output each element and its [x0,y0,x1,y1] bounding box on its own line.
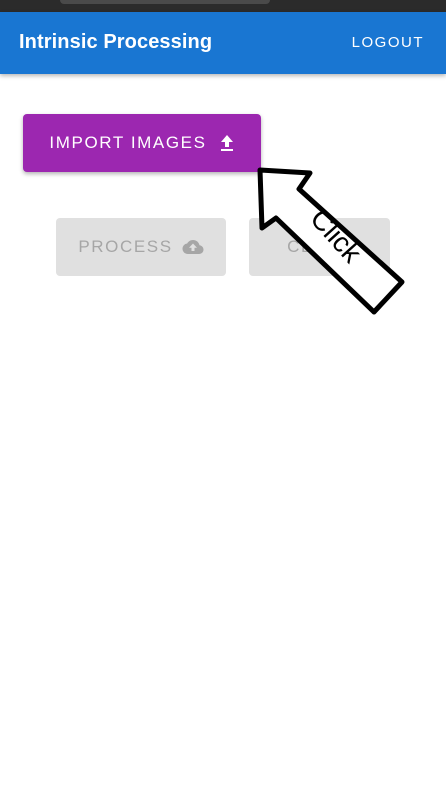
pointer-arrow-icon: Click [250,160,420,330]
cloud-upload-icon [182,239,204,255]
process-button[interactable]: PROCESS [56,218,226,276]
app-title: Intrinsic Processing [19,31,213,53]
status-bar-notch [60,0,270,4]
upload-icon [219,134,235,152]
app-bar: Intrinsic Processing LOGOUT [0,12,446,74]
import-images-label: IMPORT IMAGES [49,133,207,152]
app-screen: Intrinsic Processing LOGOUT IMPORT IMAGE… [0,0,446,811]
import-images-button[interactable]: IMPORT IMAGES [23,114,261,172]
status-bar [0,0,446,12]
logout-button[interactable]: LOGOUT [352,34,424,51]
process-label: PROCESS [78,237,173,256]
